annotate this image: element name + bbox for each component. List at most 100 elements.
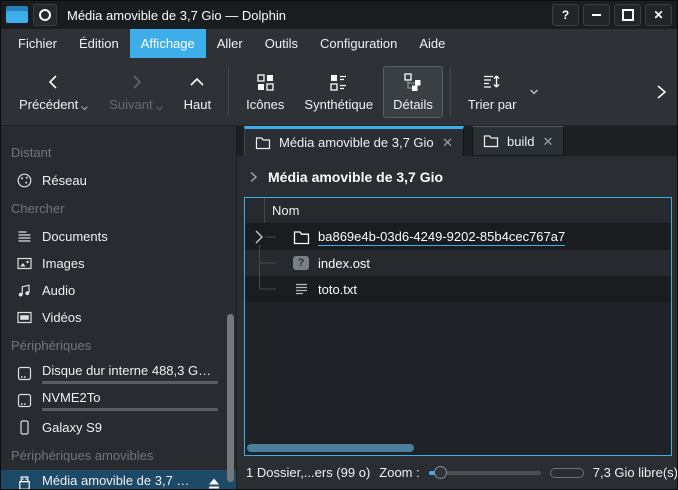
menu-affichage[interactable]: Affichage: [130, 29, 206, 58]
places-panel: Distant Réseau Chercher Documents Images: [1, 126, 236, 489]
sidebar-item-galaxy-s9[interactable]: Galaxy S9: [1, 414, 236, 441]
status-summary: 1 Dossier,...ers (99 o): [246, 465, 370, 480]
file-name[interactable]: ba869e4b-03d6-4249-9202-85b4cec767a7: [318, 229, 565, 246]
menu-aide[interactable]: Aide: [408, 29, 456, 58]
zoom-label: Zoom :: [379, 465, 419, 480]
tree-branch: [245, 276, 291, 302]
back-label: Précédent: [19, 97, 78, 112]
file-row-index-ost[interactable]: ? index.ost: [245, 250, 671, 276]
free-space-label: 7,3 Gio libre(s): [593, 465, 678, 480]
zoom-slider-handle[interactable]: [434, 466, 447, 479]
image-icon: [15, 255, 33, 272]
chevron-right-icon: [653, 83, 669, 101]
column-header-label: Nom: [272, 203, 299, 218]
window-menu-icon[interactable]: [33, 4, 57, 26]
maximize-icon: [622, 9, 634, 21]
back-button[interactable]: Précédent: [9, 66, 99, 118]
drive-ring-icon: [39, 9, 51, 21]
sort-by-button[interactable]: Trier par: [458, 66, 527, 118]
horizontal-scrollbar-thumb[interactable]: [247, 444, 414, 452]
sidebar-item-label: Documents: [42, 229, 108, 244]
sidebar-item-label: Média amovible de 3,7 …: [42, 473, 191, 488]
close-button[interactable]: ✕: [645, 4, 672, 26]
dolphin-window: Média amovible de 3,7 Gio — Dolphin ? ✕ …: [0, 0, 678, 490]
up-label: Haut: [184, 97, 211, 112]
tab-close-icon[interactable]: ✕: [542, 135, 553, 148]
folder-icon: [483, 134, 499, 148]
content: Distant Réseau Chercher Documents Images: [1, 126, 677, 489]
tab-media-amovible[interactable]: Média amovible de 3,7 Gio ✕: [244, 126, 464, 156]
sidebar-item-videos[interactable]: Vidéos: [1, 304, 236, 331]
icons-view-button[interactable]: Icônes: [236, 66, 294, 118]
column-header-nom[interactable]: Nom: [245, 198, 671, 224]
window-controls: ? ✕: [552, 4, 672, 26]
section-header-peripheriques: Périphériques: [1, 331, 236, 360]
free-space-gauge: [550, 468, 584, 478]
sort-by-label: Trier par: [468, 97, 517, 112]
tab-label: build: [507, 134, 534, 149]
breadcrumb-location[interactable]: Média amovible de 3,7 Gio: [268, 169, 443, 185]
audio-icon: [15, 282, 33, 299]
forward-button[interactable]: Suivant: [99, 66, 173, 118]
tab-close-icon[interactable]: ✕: [442, 136, 453, 149]
folder-icon: [291, 230, 311, 245]
menu-aller[interactable]: Aller: [206, 29, 254, 58]
help-icon: ?: [562, 8, 569, 22]
file-row-toto-txt[interactable]: toto.txt: [245, 276, 671, 302]
compact-view-button[interactable]: Synthétique: [294, 66, 383, 118]
sidebar-item-documents[interactable]: Documents: [1, 223, 236, 250]
details-view-button[interactable]: Détails: [383, 66, 443, 118]
maximize-button[interactable]: [614, 4, 641, 26]
menu-fichier[interactable]: Fichier: [7, 29, 68, 58]
unknown-file-icon: ?: [291, 256, 311, 270]
file-name[interactable]: toto.txt: [318, 282, 357, 297]
back-history-chevron-icon: [80, 104, 89, 112]
compact-view-label: Synthétique: [304, 97, 373, 112]
disk-usage-bar: [42, 408, 218, 411]
phone-icon: [15, 419, 33, 436]
tab-build[interactable]: build ✕: [472, 126, 564, 156]
up-button[interactable]: Haut: [174, 66, 221, 118]
usb-drive-icon: [15, 475, 33, 489]
close-icon: ✕: [653, 8, 663, 22]
breadcrumb[interactable]: Média amovible de 3,7 Gio: [237, 156, 677, 197]
minimize-button[interactable]: [583, 4, 610, 26]
help-button[interactable]: ?: [552, 4, 579, 26]
icons-view-label: Icônes: [246, 97, 284, 112]
expander-icon[interactable]: [245, 224, 291, 250]
sidebar-item-label: NVME2To: [42, 390, 218, 405]
sidebar-item-media-amovible[interactable]: Média amovible de 3,7 …: [1, 470, 236, 489]
sidebar-item-disque-dur-interne[interactable]: Disque dur interne 488,3 G…: [1, 360, 236, 387]
sidebar-item-images[interactable]: Images: [1, 250, 236, 277]
menu-configuration[interactable]: Configuration: [309, 29, 408, 58]
file-name[interactable]: index.ost: [318, 256, 370, 271]
document-icon: [15, 228, 33, 245]
disk-usage-bar: [42, 381, 218, 384]
view-empty-area[interactable]: [245, 302, 671, 440]
main-panel: Média amovible de 3,7 Gio ✕ build ✕ Médi…: [236, 126, 677, 489]
menu-outils[interactable]: Outils: [254, 29, 309, 58]
sort-by-dropdown-chevron-icon[interactable]: [528, 87, 540, 97]
eject-button[interactable]: [206, 477, 222, 490]
hard-drive-icon: [15, 365, 33, 382]
file-row-folder[interactable]: ba869e4b-03d6-4249-9202-85b4cec767a7: [245, 224, 671, 250]
eject-icon: [206, 477, 222, 490]
sidebar-item-reseau[interactable]: Réseau: [1, 167, 236, 194]
compact-view-icon: [329, 72, 348, 92]
toolbar-overflow-button[interactable]: [653, 83, 669, 101]
statusbar: 1 Dossier,...ers (99 o) Zoom : 7,3 Gio l…: [237, 456, 677, 489]
titlebar: Média amovible de 3,7 Gio — Dolphin ? ✕: [1, 1, 677, 29]
details-view-label: Détails: [393, 97, 433, 112]
breadcrumb-chevron-icon: [248, 171, 259, 183]
menu-edition[interactable]: Édition: [68, 29, 130, 58]
tab-label: Média amovible de 3,7 Gio: [279, 135, 434, 150]
sidebar-item-audio[interactable]: Audio: [1, 277, 236, 304]
forward-label: Suivant: [109, 97, 152, 112]
sidebar-item-nvme2to[interactable]: NVME2To: [1, 387, 236, 414]
window-title: Média amovible de 3,7 Gio — Dolphin: [67, 8, 286, 23]
dolphin-app-icon: [6, 6, 28, 24]
sidebar-scrollbar[interactable]: [227, 314, 234, 482]
toolbar-separator: [450, 66, 451, 117]
network-icon: [15, 172, 33, 189]
zoom-slider[interactable]: [429, 471, 541, 475]
